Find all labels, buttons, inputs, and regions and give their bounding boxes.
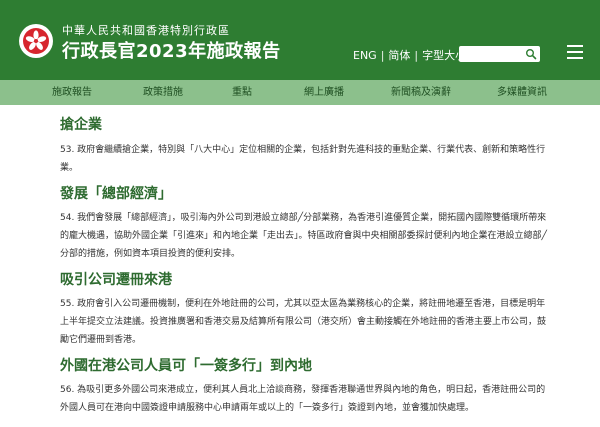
hksar-emblem-icon[interactable] (19, 24, 53, 58)
paragraph: 56. 為吸引更多外國公司來港成立，便利其人員北上洽談商務，發揮香港聯通世界與內… (60, 385, 546, 413)
divider: | (380, 48, 385, 62)
section-title: 外國在港公司人員可「一簽多行」到內地 (60, 358, 312, 374)
menu-icon[interactable] (567, 45, 583, 59)
main-nav: 施政報告 政策措施 重點 網上廣播 新聞稿及演辭 多媒體資訊 (0, 80, 600, 105)
nav-item-webcast[interactable]: 網上廣播 (304, 80, 344, 105)
search-input[interactable] (459, 50, 525, 67)
paragraph: 53. 政府會繼續搶企業，特別與「八大中心」定位相關的企業，包括針對先進科技的重… (60, 145, 546, 173)
paragraph: 55. 政府會引入公司遷冊機制，便利在外地註冊的公司，尤其以亞太區為業務核心的企… (60, 299, 547, 345)
government-name: 中華人民共和國香港特別行政區 (62, 24, 230, 37)
nav-item-press-releases[interactable]: 新聞稿及演辭 (391, 80, 451, 105)
lang-english-link[interactable]: ENG (353, 49, 377, 62)
site-header: 中華人民共和國香港特別行政區 行政長官2023年施政報告 ENG | 简体 | … (0, 0, 600, 80)
section-title: 吸引公司遷冊來港 (60, 272, 172, 288)
page-title[interactable]: 行政長官2023年施政報告 (62, 37, 281, 63)
nav-item-highlights[interactable]: 重點 (232, 80, 252, 105)
section-title: 搶企業 (60, 117, 102, 133)
divider: | (414, 48, 419, 62)
nav-item-policy-measures[interactable]: 政策措施 (143, 80, 183, 105)
lang-simplified-link[interactable]: 简体 (388, 47, 410, 63)
nav-item-multimedia[interactable]: 多媒體資訊 (497, 80, 547, 105)
search-icon[interactable] (525, 48, 537, 60)
language-bar: ENG | 简体 | 字型大小 (353, 47, 466, 63)
nav-item-policy-address[interactable]: 施政報告 (52, 80, 92, 105)
section-title: 發展「總部經濟」 (60, 186, 172, 202)
search-box (459, 46, 540, 67)
paragraph: 54. 我們會發展「總部經濟」，吸引海內外公司到港設立總部╱分部業務，為香港引進… (60, 213, 547, 259)
